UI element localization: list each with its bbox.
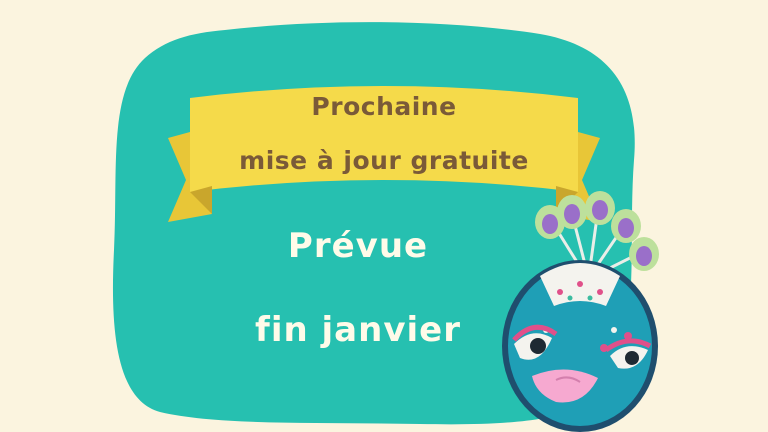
message-line-2: fin janvier (255, 310, 461, 350)
message-line-1: Prévue (287, 226, 429, 266)
scene (112, 22, 659, 432)
banner-line-2: mise à jour gratuite (239, 146, 529, 175)
banner-line-1: Prochaine (311, 92, 457, 121)
